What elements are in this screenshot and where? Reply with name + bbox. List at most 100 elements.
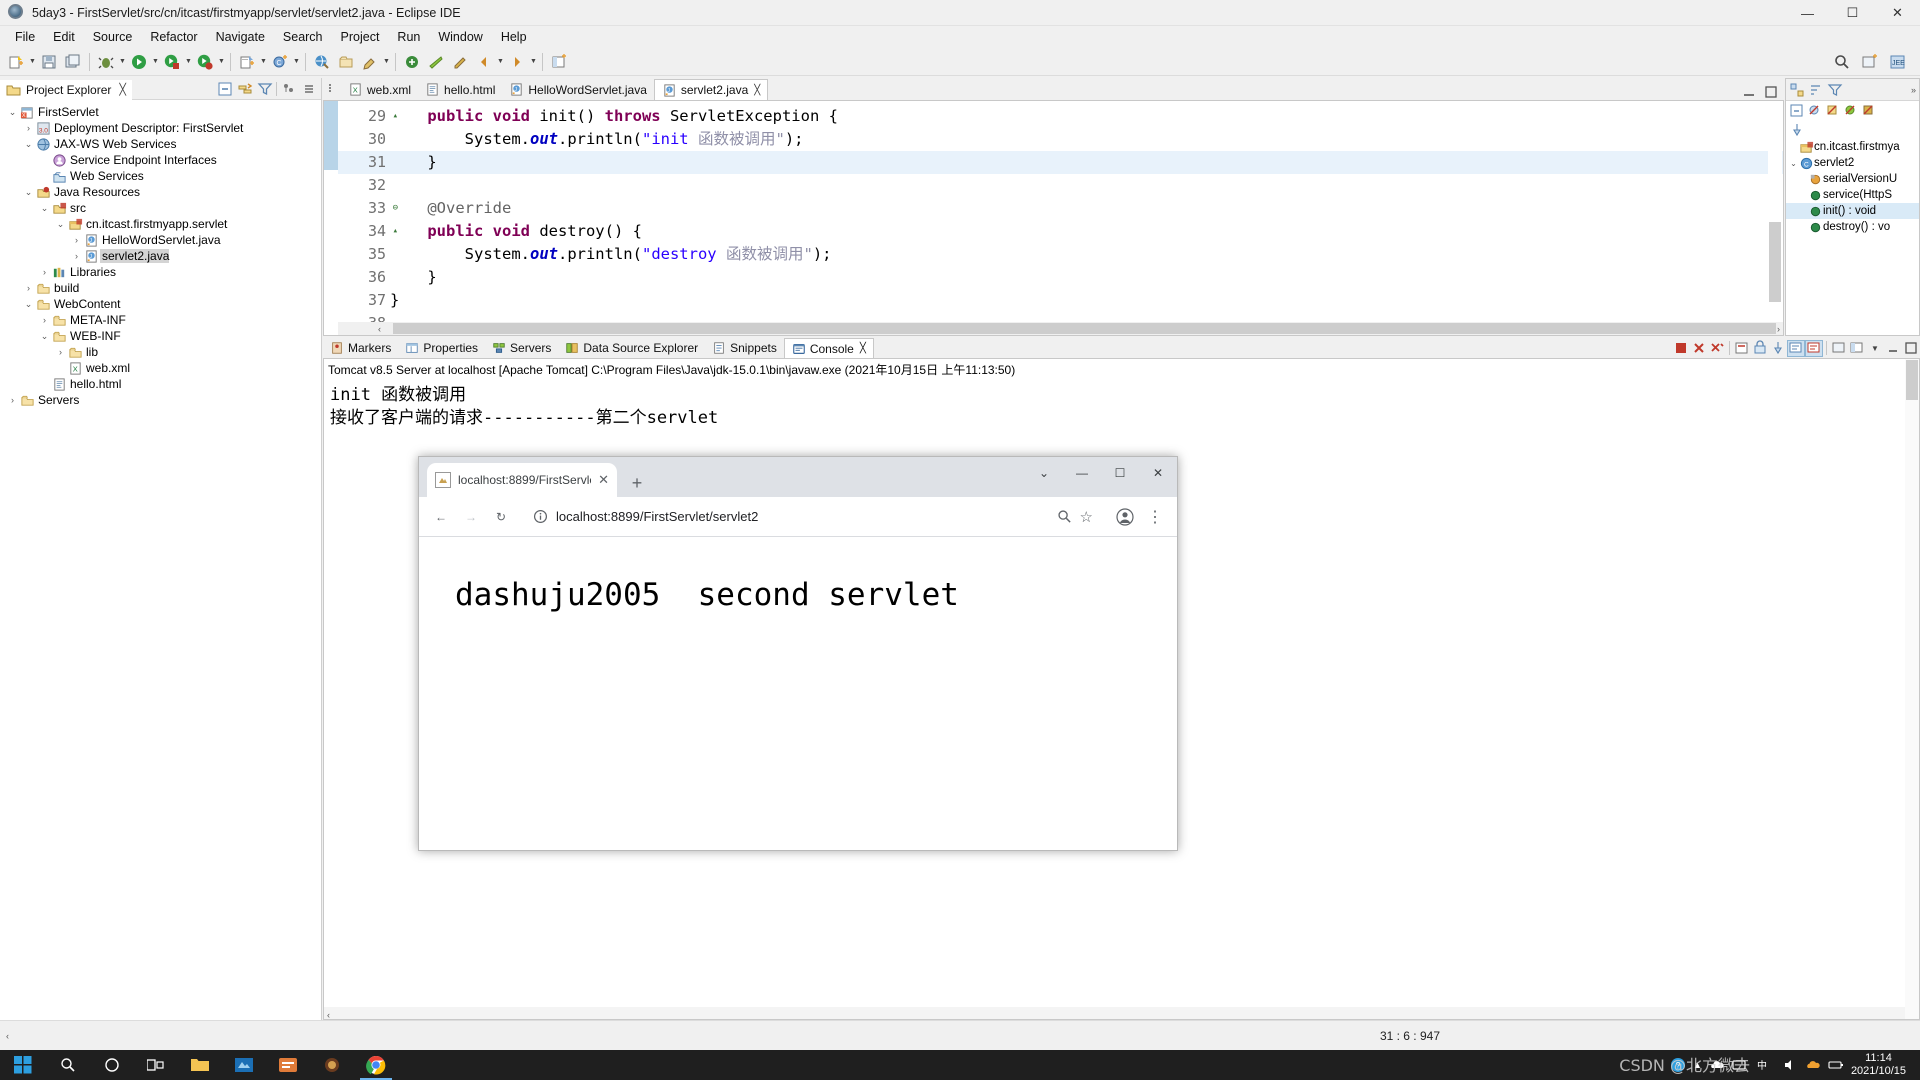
- chrome-profile-button[interactable]: [1111, 503, 1139, 531]
- console-clear-icon[interactable]: [1733, 340, 1751, 357]
- menu-item-help[interactable]: Help: [492, 28, 536, 46]
- tree-twisty-icon[interactable]: ⌄: [6, 107, 19, 118]
- menu-item-search[interactable]: Search: [274, 28, 332, 46]
- console-remove-icon[interactable]: [1690, 340, 1708, 357]
- chrome-new-tab-button[interactable]: +: [623, 469, 651, 497]
- chrome-close-button[interactable]: ✕: [1139, 457, 1177, 489]
- code-line[interactable]: }: [390, 151, 1783, 174]
- outline-hide-nonpublic-icon[interactable]: [1843, 103, 1859, 119]
- outline-filter-icon[interactable]: [1827, 82, 1843, 98]
- code-line[interactable]: }: [390, 289, 1783, 312]
- java-ee-perspective-icon[interactable]: JEE: [1887, 51, 1909, 73]
- outline-item-cn-itcast-firstmya[interactable]: cn.itcast.firstmya: [1786, 139, 1919, 155]
- console-tab-properties[interactable]: Properties: [398, 338, 485, 358]
- outline-collapse-icon[interactable]: [1789, 103, 1805, 119]
- menu-item-run[interactable]: Run: [388, 28, 429, 46]
- hscroll-left-arrow-icon[interactable]: ‹: [378, 324, 381, 334]
- new-dropdown-icon[interactable]: ▼: [28, 51, 37, 73]
- tree-item-servers[interactable]: › Servers: [0, 392, 321, 408]
- console-terminate-icon[interactable]: [1672, 340, 1690, 357]
- hscroll-right-arrow-icon[interactable]: ›: [1777, 324, 1780, 334]
- menu-item-project[interactable]: Project: [332, 28, 389, 46]
- run-external-dropdown-icon[interactable]: ▼: [217, 51, 226, 73]
- tree-twisty-icon[interactable]: ›: [70, 251, 83, 261]
- cortana-button[interactable]: [90, 1050, 134, 1080]
- run-dropdown-icon[interactable]: ▼: [151, 51, 160, 73]
- editor-body[interactable]: 29▴30313233⊖34▴35363738 public void init…: [323, 100, 1784, 336]
- tree-item-web-services[interactable]: Web Services: [0, 168, 321, 184]
- tree-item-servlet2-java[interactable]: › Jservlet2.java: [0, 248, 321, 264]
- cloud-icon[interactable]: [1805, 1057, 1821, 1073]
- search-tool-icon[interactable]: [359, 51, 381, 73]
- new-java-dropdown-icon[interactable]: ▼: [259, 51, 268, 73]
- console-pin-icon[interactable]: [1769, 340, 1787, 357]
- project-explorer-close-icon[interactable]: ╳: [119, 83, 126, 96]
- console-tab-data-source-explorer[interactable]: Data Source Explorer: [558, 338, 705, 358]
- chrome-tab-close-icon[interactable]: ✕: [598, 472, 609, 488]
- outline-item-destroy-vo[interactable]: destroy() : vo: [1786, 219, 1919, 235]
- project-explorer-tab[interactable]: Project Explorer ╳: [0, 77, 132, 100]
- tree-item-jax-ws-web-services[interactable]: ⌄ JAX-WS Web Services: [0, 136, 321, 152]
- last-edit-icon[interactable]: [449, 51, 471, 73]
- open-type-icon[interactable]: [335, 51, 357, 73]
- chrome-taskbar-button[interactable]: [354, 1050, 398, 1080]
- outline-menu-icon[interactable]: »: [1911, 85, 1919, 95]
- app-button-3[interactable]: [310, 1050, 354, 1080]
- save-all-icon[interactable]: [62, 51, 84, 73]
- tree-item-meta-inf[interactable]: › META-INF: [0, 312, 321, 328]
- editor-tab-close-icon[interactable]: ╳: [754, 85, 760, 96]
- run-external-icon[interactable]: [194, 51, 216, 73]
- info-circle-icon[interactable]: [533, 509, 548, 524]
- run-icon[interactable]: [128, 51, 150, 73]
- tree-item-web-inf[interactable]: ⌄ WEB-INF: [0, 328, 321, 344]
- chrome-bookmark-icon[interactable]: ☆: [1080, 508, 1093, 526]
- console-minimize-icon[interactable]: [1884, 340, 1902, 357]
- next-annotation-icon[interactable]: [401, 51, 423, 73]
- code-line[interactable]: }: [390, 266, 1783, 289]
- maximize-button[interactable]: ☐: [1830, 0, 1875, 26]
- tree-item-libraries[interactable]: › Libraries: [0, 264, 321, 280]
- console-horizontal-scrollbar[interactable]: ‹: [324, 1007, 1905, 1020]
- back-dropdown-icon[interactable]: ▼: [496, 51, 505, 73]
- editor-tab-web-xml[interactable]: Xweb.xml: [341, 79, 419, 100]
- project-tree[interactable]: ⌄ X FirstServlet › 3.0 Deployment Descriptor:…: [0, 100, 321, 1020]
- search-button[interactable]: [46, 1050, 90, 1080]
- link-with-editor-icon[interactable]: [236, 80, 253, 97]
- editor-horizontal-scrollbar[interactable]: ‹ ›: [338, 322, 1783, 335]
- tree-twisty-icon[interactable]: ›: [6, 395, 19, 405]
- open-perspective-icon[interactable]: [548, 51, 570, 73]
- save-icon[interactable]: [38, 51, 60, 73]
- chrome-back-button[interactable]: ←: [427, 503, 455, 531]
- tree-item-cn-itcast-firstmyapp-servlet[interactable]: ⌄ cn.itcast.firstmyapp.servlet: [0, 216, 321, 232]
- console-maximize-icon[interactable]: [1902, 340, 1920, 357]
- forward-dropdown-icon[interactable]: ▼: [529, 51, 538, 73]
- tree-item-hello-html[interactable]: hello.html: [0, 376, 321, 392]
- editor-code[interactable]: public void init() throws ServletExcepti…: [390, 101, 1783, 335]
- chrome-forward-button[interactable]: →: [457, 503, 485, 531]
- menu-item-navigate[interactable]: Navigate: [207, 28, 274, 46]
- console-scroll-lock-icon[interactable]: [1751, 340, 1769, 357]
- editor-tab-hellowordservlet-java[interactable]: J HelloWordServlet.java: [502, 79, 654, 100]
- search-dropdown-icon[interactable]: ▼: [382, 51, 391, 73]
- volume-icon[interactable]: [1782, 1057, 1798, 1073]
- outline-item-service-https[interactable]: service(HttpS: [1786, 187, 1919, 203]
- console-tab-servers[interactable]: Servers: [485, 338, 558, 358]
- tree-twisty-icon[interactable]: ⌄: [22, 187, 35, 198]
- start-button[interactable]: [0, 1050, 46, 1080]
- console-tab-console[interactable]: Console ╳: [783, 338, 874, 358]
- editor-tab-hello-html[interactable]: hello.html: [418, 79, 503, 100]
- forward-nav-icon[interactable]: [506, 51, 528, 73]
- toolbar-search-icon[interactable]: [1831, 51, 1853, 73]
- tree-twisty-icon[interactable]: ⌄: [22, 139, 35, 150]
- tree-item-web-xml[interactable]: Xweb.xml: [0, 360, 321, 376]
- tree-twisty-icon[interactable]: ⌄: [38, 331, 51, 342]
- code-line[interactable]: [390, 174, 1783, 197]
- zoom-icon[interactable]: [1057, 509, 1072, 524]
- editor-maximize-icon[interactable]: [1763, 84, 1779, 100]
- outline-hide-fields-icon[interactable]: [1807, 103, 1823, 119]
- collapse-all-icon[interactable]: [216, 80, 233, 97]
- console-remove-all-icon[interactable]: [1708, 340, 1726, 357]
- console-open-view-icon[interactable]: [1830, 340, 1848, 357]
- tree-twisty-icon[interactable]: ⌄: [22, 299, 35, 310]
- code-line[interactable]: public void destroy() {: [390, 220, 1783, 243]
